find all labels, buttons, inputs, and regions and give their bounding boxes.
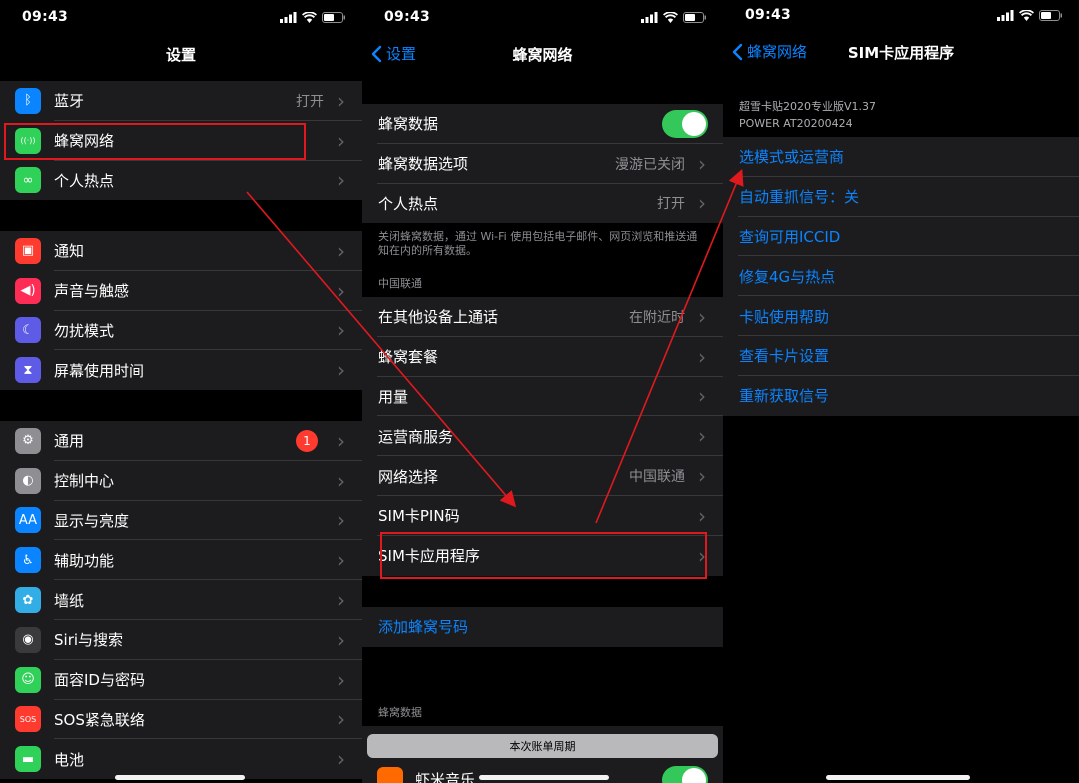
three-screen-collage: 09:43 设置 ᛒ 蓝牙 打开 › ((·)) 蜂窝网络 › ∞ 个人热点 › ▣ 通知 › ◀) 声音… [0, 0, 1079, 783]
annotation-arrows [246, 169, 744, 524]
arrow-to-sim-menu [595, 169, 744, 524]
arrow-to-sim-apps [246, 191, 517, 508]
